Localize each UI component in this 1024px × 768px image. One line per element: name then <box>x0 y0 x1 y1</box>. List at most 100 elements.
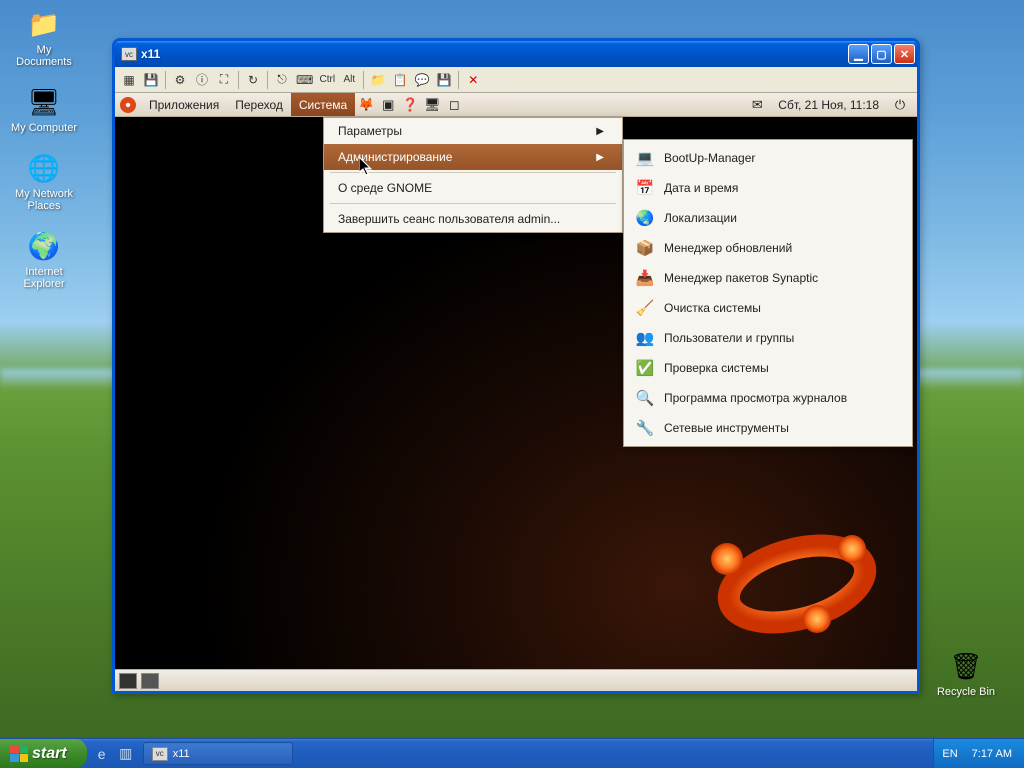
newconn-icon[interactable]: ▦ <box>119 70 139 90</box>
admin-item[interactable]: 🌏 Локализации <box>624 203 912 233</box>
icon-label: My Network Places <box>6 188 82 212</box>
ie-quicklaunch-icon[interactable]: e <box>91 743 113 765</box>
desktop-icon-internet-explorer[interactable]: 🌍 Internet Explorer <box>6 228 82 290</box>
admin-item[interactable]: 🔍Программа просмотра журналов <box>624 383 912 413</box>
window-titlebar[interactable]: vc x11 ▁ ▢ ✕ <box>115 41 917 67</box>
refresh-icon[interactable]: ↻ <box>243 70 263 90</box>
gnome-bottom-panel <box>115 669 917 691</box>
panel-right-area: ✉ Сбт, 21 Ноя, 11:18 ⏻ <box>746 94 917 116</box>
language-indicator[interactable]: EN <box>942 748 957 760</box>
send-keys-icon[interactable]: ⌨ <box>294 70 315 90</box>
system-check-icon: ✅ <box>634 357 656 379</box>
menu-item-label: Проверка системы <box>664 361 769 375</box>
synaptic-icon: 📥 <box>634 267 656 289</box>
admin-item[interactable]: 📦 Менеджер обновлений <box>624 233 912 263</box>
save-icon[interactable]: 💾 <box>141 70 161 90</box>
separator <box>458 71 459 89</box>
windows-flag-icon <box>10 746 28 762</box>
alt-key-button[interactable]: Alt <box>339 70 359 90</box>
clock[interactable]: 7:17 AM <box>968 748 1016 760</box>
users-groups-icon: 👥 <box>634 327 656 349</box>
icon-label: Internet Explorer <box>6 266 82 290</box>
desktop-icon-my-computer[interactable]: 🖥 My Computer <box>6 84 82 134</box>
desktop-icon-network-places[interactable]: 🌐 My Network Places <box>6 150 82 212</box>
vnc-app-icon: vc <box>152 747 168 761</box>
admin-item[interactable]: 👥 Пользователи и группы <box>624 323 912 353</box>
help-launcher-icon[interactable]: ❓ <box>399 94 421 116</box>
ie-icon: 🌍 <box>26 228 62 264</box>
taskbar-item-label: x11 <box>173 748 190 760</box>
info-icon[interactable]: ⓘ <box>192 70 212 90</box>
menu-item-label: BootUp-Manager <box>664 151 755 165</box>
minimize-button[interactable]: ▁ <box>848 44 869 64</box>
menu-system[interactable]: Система <box>291 93 355 116</box>
quick-launch: e ▥ <box>87 739 141 768</box>
menu-separator <box>330 172 616 173</box>
xp-desktop: 📁 My Documents 🖥 My Computer 🌐 My Networ… <box>0 0 1024 768</box>
admin-item[interactable]: ✅ Проверка системы <box>624 353 912 383</box>
menu-applications[interactable]: Приложения <box>141 93 227 116</box>
gnome-top-panel: Приложения Переход Система 🦊 ▣ ❓ 🖥 ◻ ✉ С… <box>115 93 917 117</box>
close-button[interactable]: ✕ <box>894 44 915 64</box>
menu-item-label: Параметры <box>338 124 402 138</box>
clipboard-icon[interactable]: 📋 <box>390 70 410 90</box>
sys-item-preferences[interactable]: Параметры ▶ <box>324 118 622 144</box>
vnc-viewport[interactable]: Приложения Переход Система 🦊 ▣ ❓ 🖥 ◻ ✉ С… <box>115 93 917 691</box>
ubuntu-logo-icon <box>657 489 877 639</box>
record-icon[interactable]: 💾 <box>434 70 454 90</box>
maximize-button[interactable]: ▢ <box>871 44 892 64</box>
firefox-launcher-icon[interactable]: 🦊 <box>355 94 377 116</box>
ctrlaltdel-icon[interactable]: ⎋ <box>272 70 292 90</box>
admin-item[interactable]: 📥 Менеджер пакетов Synaptic <box>624 263 912 293</box>
sys-item-administration[interactable]: Администрирование ▶ <box>324 144 622 170</box>
system-tray: EN 7:17 AM <box>933 739 1024 768</box>
sys-item-logout[interactable]: Завершить сеанс пользователя admin... <box>324 206 622 232</box>
admin-item[interactable]: 🔧Сетевые инструменты <box>624 413 912 443</box>
menu-item-label: Менеджер пакетов Synaptic <box>664 271 818 285</box>
menu-separator <box>330 203 616 204</box>
chat-icon[interactable]: 💬 <box>412 70 432 90</box>
display-launcher-icon[interactable]: 🖥 <box>421 94 443 116</box>
ubuntu-menu-icon[interactable] <box>117 94 139 116</box>
filetransfer-icon[interactable]: 📁 <box>368 70 388 90</box>
taskbar-item-x11[interactable]: vc x11 <box>143 742 293 765</box>
app-launcher-icon[interactable]: ◻ <box>443 94 465 116</box>
ctrl-key-button[interactable]: Ctrl <box>317 70 337 90</box>
admin-item[interactable]: 💻BootUp-Manager <box>624 143 912 173</box>
xp-taskbar: start e ▥ vc x11 EN 7:17 AM <box>0 738 1024 768</box>
cleanup-icon: 🧹 <box>634 297 656 319</box>
mail-indicator-icon[interactable]: ✉ <box>746 94 768 116</box>
menu-item-label: Очистка системы <box>664 301 761 315</box>
desktop-icon-my-documents[interactable]: 📁 My Documents <box>6 6 82 68</box>
show-desktop-quicklaunch-icon[interactable]: ▥ <box>115 743 137 765</box>
sys-item-about-gnome[interactable]: О среде GNOME <box>324 175 622 201</box>
menu-item-label: Администрирование <box>338 150 452 164</box>
admin-item[interactable]: 📅Дата и время <box>624 173 912 203</box>
start-button[interactable]: start <box>0 739 87 768</box>
update-manager-icon: 📦 <box>634 237 656 259</box>
separator <box>267 71 268 89</box>
desktop-icon-recycle-bin[interactable]: 🗑 Recycle Bin <box>928 648 1004 698</box>
folder-icon: 📁 <box>26 6 62 42</box>
window-list-item[interactable] <box>141 673 159 689</box>
administration-submenu: 💻BootUp-Manager 📅Дата и время 🌏 Локализац… <box>623 139 913 447</box>
options-icon[interactable]: ⚙ <box>170 70 190 90</box>
show-desktop-icon[interactable] <box>119 673 137 689</box>
menu-item-label: Менеджер обновлений <box>664 241 792 255</box>
vnc-app-icon: vc <box>121 47 137 61</box>
admin-item[interactable]: 🧹 Очистка системы <box>624 293 912 323</box>
shutdown-icon[interactable]: ⏻ <box>889 94 911 116</box>
localization-icon: 🌏 <box>634 207 656 229</box>
terminal-launcher-icon[interactable]: ▣ <box>377 94 399 116</box>
menu-item-label: Завершить сеанс пользователя admin... <box>338 212 560 226</box>
window-title: x11 <box>141 47 160 61</box>
clock[interactable]: Сбт, 21 Ноя, 11:18 <box>772 98 885 112</box>
menu-item-label: О среде GNOME <box>338 181 432 195</box>
vnc-toolbar: ▦ 💾 ⚙ ⓘ ⛶ ↻ ⎋ ⌨ Ctrl Alt 📁 📋 💬 💾 ✕ <box>115 67 917 93</box>
menu-places[interactable]: Переход <box>227 93 291 116</box>
menu-item-label: Локализации <box>664 211 737 225</box>
icon-label: My Computer <box>6 122 82 134</box>
disconnect-icon[interactable]: ✕ <box>463 70 483 90</box>
fullscreen-icon[interactable]: ⛶ <box>214 70 234 90</box>
menu-item-label: Пользователи и группы <box>664 331 794 345</box>
